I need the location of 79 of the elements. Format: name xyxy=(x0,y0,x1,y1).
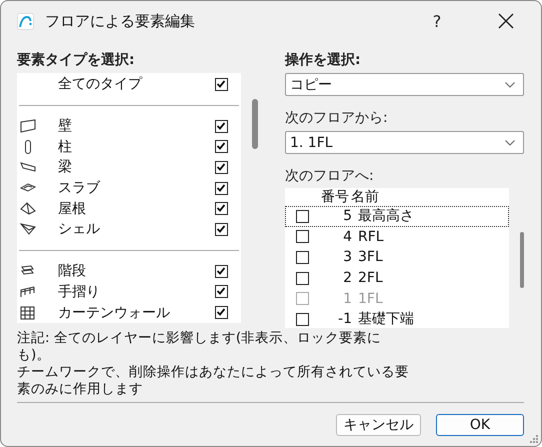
ok-button[interactable]: OK xyxy=(436,414,524,436)
window-title: フロアによる要素編集 xyxy=(45,12,196,30)
checkbox[interactable] xyxy=(215,202,228,216)
field-label: 操作を選択: xyxy=(285,51,362,69)
floor-number: -1 xyxy=(337,311,352,328)
field-label: 次のフロアから: xyxy=(285,109,389,127)
list-item[interactable]: 梁 xyxy=(17,157,241,178)
field-label: 次のフロアへ: xyxy=(285,167,375,185)
checkbox[interactable] xyxy=(215,306,228,320)
checkbox[interactable] xyxy=(296,250,308,264)
table-row[interactable]: 3 3FL xyxy=(285,247,509,268)
floor-number: 1 xyxy=(342,290,352,307)
cancel-button[interactable]: キャンセル xyxy=(336,414,421,436)
roof-icon xyxy=(19,200,37,217)
close-icon[interactable] xyxy=(496,11,516,31)
checkbox[interactable] xyxy=(215,140,228,154)
checkbox[interactable] xyxy=(215,182,228,195)
item-label: 屋根 xyxy=(58,200,87,218)
item-label: 梁 xyxy=(58,158,73,176)
list-item[interactable]: 全てのタイプ xyxy=(17,74,241,95)
railing-icon xyxy=(19,284,37,300)
floor-number: 2 xyxy=(342,270,352,286)
checkbox[interactable] xyxy=(215,222,228,236)
floor-number: 5 xyxy=(342,208,352,224)
item-label: シェル xyxy=(58,220,101,238)
app-logo-icon xyxy=(17,12,34,30)
checkbox[interactable] xyxy=(296,210,308,223)
checkbox[interactable] xyxy=(215,78,228,91)
note-text: チームワークで、削除操作はあなたによって所有されている要素のみに作用します xyxy=(17,364,410,398)
floor-name: 1FL xyxy=(357,290,383,307)
chevron-icon xyxy=(505,140,515,146)
floor-name: RFL xyxy=(357,228,384,245)
item-label: 柱 xyxy=(58,138,73,156)
list-item[interactable]: 手摺り xyxy=(17,282,241,302)
dropdown[interactable]: コピー xyxy=(285,73,524,96)
chevron-icon xyxy=(505,82,515,88)
list-item[interactable]: スラブ xyxy=(17,178,241,198)
wall-icon xyxy=(19,118,37,134)
checkbox[interactable] xyxy=(215,264,228,278)
checkbox[interactable] xyxy=(215,285,228,298)
checkbox[interactable] xyxy=(215,120,228,133)
list-item[interactable]: シェル xyxy=(17,219,241,240)
item-label: カーテンウォール xyxy=(58,304,171,322)
resize-grip-icon[interactable] xyxy=(529,434,539,444)
item-label: 階段 xyxy=(58,262,87,280)
checkbox[interactable] xyxy=(215,160,228,174)
checkbox[interactable] xyxy=(296,230,308,244)
floor-name: 2FL xyxy=(357,270,383,286)
table-row[interactable]: 4 RFL xyxy=(285,226,509,248)
floor-number: 3 xyxy=(342,249,352,266)
floor-name: 3FL xyxy=(357,249,383,266)
scrollbar[interactable] xyxy=(252,99,258,149)
list-item[interactable]: 屋根 xyxy=(17,198,241,220)
list-item[interactable]: 階段 xyxy=(17,260,241,282)
item-label: 手摺り xyxy=(58,282,101,301)
section-label: 要素タイプを選択: xyxy=(17,51,136,69)
floor-name: 最高高さ xyxy=(357,207,414,226)
scrollbar[interactable] xyxy=(520,232,524,288)
table-row[interactable]: 2 2FL xyxy=(285,268,509,288)
grid-icon xyxy=(19,304,37,321)
list-item[interactable]: 壁 xyxy=(17,116,241,136)
item-label: 壁 xyxy=(58,117,73,136)
note-text: 注記: 全てのレイヤーに影響します(非表示、ロック要素にも)。 xyxy=(17,330,382,364)
checkbox[interactable] xyxy=(296,312,308,326)
table-row[interactable]: 5 最高高さ xyxy=(285,206,509,227)
list-item[interactable]: 柱 xyxy=(17,136,241,158)
checkbox[interactable] xyxy=(296,272,308,285)
column-header[interactable]: 名前 xyxy=(351,188,379,206)
floor-number: 4 xyxy=(342,228,352,245)
table-row[interactable]: -1 基礎下端 xyxy=(285,308,509,328)
column-header[interactable]: 番号 xyxy=(321,188,351,206)
help-button[interactable]: ? xyxy=(426,12,448,30)
floor-name: 基礎下端 xyxy=(357,310,414,328)
column-icon xyxy=(25,140,31,154)
item-label: 全てのタイプ xyxy=(58,75,144,94)
dropdown[interactable]: 1. 1FL xyxy=(285,131,524,154)
list-item[interactable]: カーテンウォール xyxy=(17,302,241,323)
shell-icon xyxy=(19,221,37,238)
item-label: スラブ xyxy=(58,179,102,198)
